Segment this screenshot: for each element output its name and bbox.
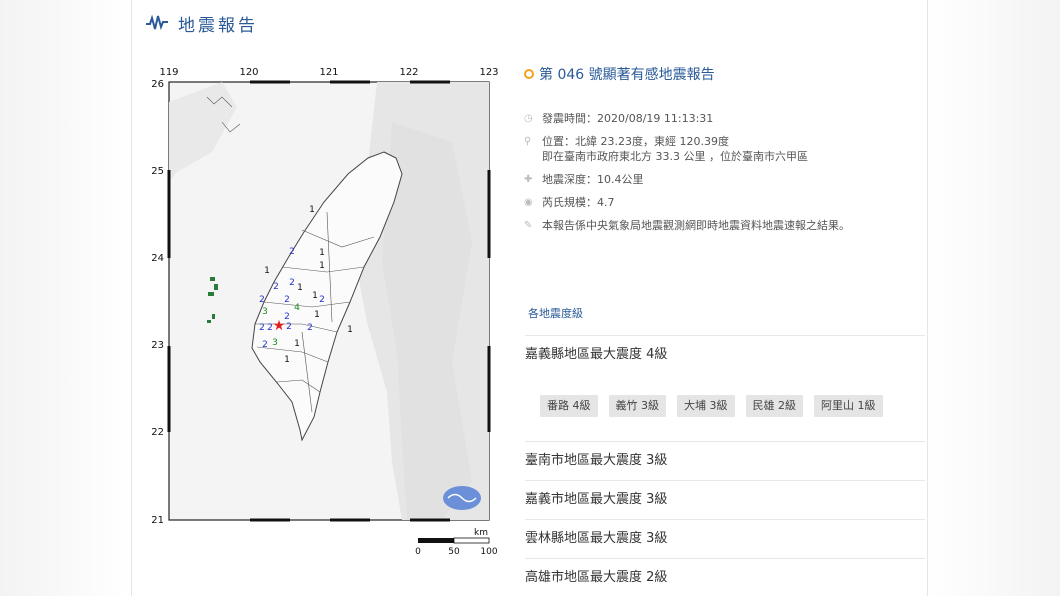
region-row-tainan[interactable]: 臺南市地區最大震度 3級 [525,441,925,480]
intensity-mark: 2 [307,323,313,333]
scale-bar: km 0 50 100 [415,528,498,557]
card-header: 地震報告 [146,6,258,40]
region-row-chiayi-city[interactable]: 嘉義市地區最大震度 3級 [525,480,925,519]
info-depth: ✚ 地震深度：10.4公里 [524,173,924,196]
pencil-icon: ✎ [524,220,533,231]
intensity-mark: 2 [262,340,268,350]
page-background-left [0,0,130,596]
latitude-label: 26 [152,79,164,90]
intensity-mark: 1 [294,339,300,349]
intensity-mark: 2 [259,295,265,305]
region-row-chiayi-county[interactable]: 嘉義縣地區最大震度 4級 [525,335,925,374]
intensity-mark: 2 [284,295,290,305]
latitude-label: 25 [152,166,164,177]
station-chip[interactable]: 阿里山 1級 [814,395,883,417]
station-chip[interactable]: 民雄 2級 [745,395,803,417]
intensity-map: 119 120 121 122 123 26 25 24 23 22 21 11211221122… [151,62,502,562]
report-info: ◷ 發震時間：2020/08/19 11:13:31 ⚲ 位置：北緯 23.23… [524,112,924,242]
report-title: 第 046 號顯著有感地震報告 [524,64,924,84]
scale-label-0: 0 [415,547,421,557]
info-depth-text: 地震深度：10.4公里 [542,173,644,186]
longitude-label: 119 [159,67,178,78]
intensity-mark: 1 [284,355,290,365]
intensity-mark: 4 [294,303,300,313]
intensity-mark: 2 [286,322,292,332]
longitude-label: 123 [479,67,498,78]
clock-icon: ◷ [524,113,533,124]
scale-label-50: 50 [448,547,460,557]
intensity-mark: 1 [297,283,303,293]
scale-label-100: 100 [480,547,497,557]
intensity-mark: 2 [289,247,295,257]
header-title: 地震報告 [178,15,258,36]
latitude-labels: 26 25 24 23 22 21 [151,79,164,526]
info-location-text: 位置：北緯 23.23度，東經 120.39度 [542,135,729,148]
intensity-mark: 3 [272,338,278,348]
intensity-mark: 1 [264,266,270,276]
scale-unit: km [474,528,488,538]
info-magnitude-text: 芮氏規模：4.7 [542,196,615,209]
bullet-ring-icon [524,69,534,79]
info-note: ✎ 本報告係中央氣象局地震觀測網即時地震資料地震速報之結果。 [524,219,924,242]
intensity-mark: 1 [319,261,325,271]
intensity-mark: 1 [309,205,315,215]
intensity-mark: 2 [319,295,325,305]
latitude-label: 22 [152,427,164,438]
intensity-mark: 1 [312,291,318,301]
cwb-logo [443,486,481,510]
epicenter-star-icon: ★ [273,318,286,334]
map-svg: 119 120 121 122 123 262524232221 1121122 112 2… [151,67,498,557]
intensity-mark: 2 [273,282,279,292]
intensity-mark: 1 [347,325,353,335]
longitude-label: 122 [399,67,418,78]
seismograph-icon [146,15,168,31]
page-background-right [925,0,1060,596]
report-title-text: 第 046 號顯著有感地震報告 [539,67,715,83]
info-time-text: 發震時間：2020/08/19 11:13:31 [542,112,714,125]
info-location-detail: 即在臺南市政府東北方 33.3 公里 ，位於臺南市六甲區 [542,150,808,163]
station-chip[interactable]: 番路 4級 [540,395,598,417]
longitude-label: 120 [239,67,258,78]
region-row-yunlin[interactable]: 雲林縣地區最大震度 3級 [525,519,925,558]
info-time: ◷ 發震時間：2020/08/19 11:13:31 [524,112,924,135]
report-panel: 第 046 號顯著有感地震報告 ◷ 發震時間：2020/08/19 11:13:… [524,64,924,242]
station-chips: 番路 4級 義竹 3級 大埔 3級 民雄 2級 阿里山 1級 [540,395,894,417]
region-row-kaohsiung[interactable]: 高雄市地區最大震度 2級 [525,558,925,597]
intensity-mark: 1 [319,248,325,258]
info-note-text: 本報告係中央氣象局地震觀測網即時地震資料地震速報之結果。 [542,219,850,232]
latitude-label: 23 [152,340,164,351]
depth-icon: ✚ [524,174,533,185]
station-chip[interactable]: 大埔 3級 [677,395,735,417]
pin-icon: ⚲ [524,136,532,147]
station-chip[interactable]: 義竹 3級 [608,395,666,417]
report-card: 地震報告 119 120 121 122 123 26 25 24 23 22 … [131,0,928,596]
intensity-mark: 1 [314,310,320,320]
info-magnitude: ◉ 芮氏規模：4.7 [524,196,924,219]
longitude-label: 121 [319,67,338,78]
latitude-label: 24 [152,253,164,264]
intensity-mark: 2 [289,278,295,288]
latitude-label: 21 [152,515,164,526]
tab-intensity-levels[interactable]: 各地震度級 [528,305,583,321]
intensity-mark: 3 [262,307,268,317]
intensity-mark: 2 [259,323,265,333]
longitude-labels: 119 120 121 122 123 [159,67,498,78]
magnitude-icon: ◉ [524,197,533,208]
